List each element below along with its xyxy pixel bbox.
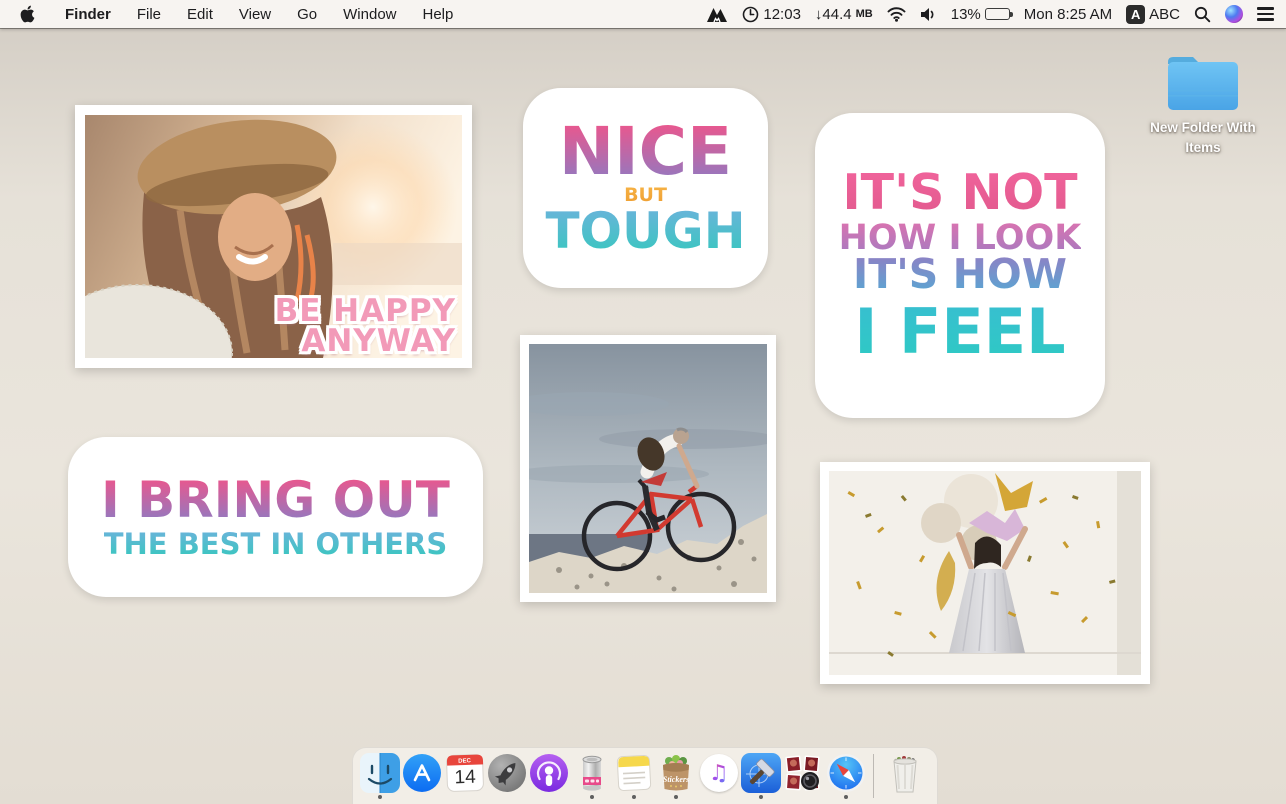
- dock-separator: [873, 754, 874, 798]
- download-speed: ↓44.4: [815, 6, 852, 23]
- desktop-folder-new-folder-with-items[interactable]: New Folder With Items: [1133, 52, 1273, 157]
- finder-icon: [360, 753, 400, 793]
- menu-finder[interactable]: Finder: [65, 6, 111, 23]
- menu-edit[interactable]: Edit: [187, 6, 213, 23]
- launchpad-rocket-icon: [487, 753, 527, 793]
- menu-bar: Finder File Edit View Go Window Help 12:…: [0, 0, 1286, 28]
- dock-notes[interactable]: [613, 753, 655, 799]
- apple-menu-icon[interactable]: [20, 5, 35, 23]
- dock-safari[interactable]: [824, 753, 866, 799]
- itunes-icon: ♫: [699, 753, 739, 793]
- dock-launchpad[interactable]: [486, 753, 528, 799]
- podcasts-icon: [529, 753, 569, 793]
- feel-line3: IT'S HOW: [853, 256, 1067, 294]
- menu-view[interactable]: View: [239, 6, 271, 23]
- desktop-background[interactable]: BE HAPPY ANYWAY NICE BUT TOUGH IT'S NOT …: [0, 28, 1286, 804]
- can-app-icon: [572, 753, 612, 793]
- battery-icon: [985, 8, 1010, 20]
- siri-icon[interactable]: [1225, 5, 1243, 23]
- desktop-screen: Finder File Edit View Go Window Help 12:…: [0, 0, 1286, 804]
- biker-photo-image: [529, 344, 767, 593]
- timer-time: 12:03: [763, 6, 801, 23]
- sticker-its-how-i-feel[interactable]: IT'S NOT HOW I LOOK IT'S HOW I FEEL: [815, 113, 1105, 418]
- svg-text:Stickers: Stickers: [663, 775, 689, 784]
- feel-line2: HOW I LOOK: [839, 222, 1082, 254]
- notes-running-dot: [632, 795, 636, 799]
- spotlight-search-icon[interactable]: [1194, 6, 1211, 23]
- happy-photo-image: BE HAPPY ANYWAY: [85, 115, 462, 358]
- notes-icon: [614, 753, 654, 793]
- battery-status[interactable]: 13%: [951, 6, 1010, 23]
- dock-podcasts[interactable]: [528, 753, 570, 799]
- safari-icon: [826, 753, 866, 793]
- menu-go[interactable]: Go: [297, 6, 317, 23]
- dock-photo-booth[interactable]: [782, 753, 824, 799]
- dock-calendar[interactable]: DEC 14: [444, 753, 486, 799]
- dock-stickers-app[interactable]: Stickers: [655, 753, 697, 799]
- calendar-icon: DEC 14: [445, 753, 485, 793]
- download-unit: MB: [856, 8, 873, 20]
- folder-icon: [1162, 52, 1244, 114]
- nice-text: NICE: [559, 122, 732, 183]
- confetti-photo-image: [829, 471, 1141, 675]
- menubar-clock[interactable]: Mon 8:25 AM: [1024, 6, 1112, 23]
- feel-line4: I FEEL: [854, 303, 1065, 360]
- folder-label: New Folder With Items: [1133, 118, 1273, 157]
- notification-list-icon[interactable]: [1257, 7, 1274, 21]
- input-source-icon: A: [1126, 5, 1145, 24]
- timer-status[interactable]: 12:03: [742, 6, 801, 23]
- menu-file[interactable]: File: [137, 6, 161, 23]
- sticker-i-bring-out[interactable]: I BRING OUT THE BEST IN OTHERS: [68, 437, 483, 597]
- input-source-status[interactable]: A ABC: [1126, 5, 1180, 24]
- bring-line2: THE BEST IN OTHERS: [104, 531, 448, 558]
- app-store-icon: [402, 753, 442, 793]
- dock-can-utility[interactable]: [571, 753, 613, 799]
- dock-finder[interactable]: [359, 753, 401, 799]
- dock-itunes[interactable]: ♫: [698, 753, 740, 799]
- menu-window[interactable]: Window: [343, 6, 396, 23]
- menu-help[interactable]: Help: [423, 6, 454, 23]
- sticker-photo-confetti-celebration[interactable]: [820, 462, 1150, 684]
- xcode-icon: [741, 753, 781, 793]
- network-speed-status[interactable]: ↓44.4 MB: [815, 6, 873, 23]
- dock-xcode[interactable]: [740, 753, 782, 799]
- input-source-label: ABC: [1149, 6, 1180, 23]
- stickers-running-dot: [674, 795, 678, 799]
- sticker-photo-be-happy-anyway[interactable]: BE HAPPY ANYWAY: [75, 105, 472, 368]
- can-utility-running-dot: [590, 795, 594, 799]
- volume-icon[interactable]: [920, 7, 937, 22]
- bring-line1: I BRING OUT: [101, 477, 450, 523]
- dock-trash[interactable]: [880, 753, 931, 799]
- feel-line1: IT'S NOT: [842, 170, 1077, 215]
- sticker-nice-but-tough[interactable]: NICE BUT TOUGH: [523, 88, 768, 288]
- wifi-icon[interactable]: [887, 7, 906, 22]
- tough-text: TOUGH: [545, 208, 745, 254]
- timer-clock-icon: [742, 6, 759, 23]
- svg-text:14: 14: [454, 767, 476, 789]
- dock-app-store[interactable]: [401, 753, 443, 799]
- finder-running-dot: [378, 795, 382, 799]
- trash-full-icon: [885, 753, 925, 793]
- battery-percent: 13%: [951, 6, 981, 23]
- sticker-photo-mountain-biker[interactable]: [520, 335, 776, 602]
- mountain-m-icon[interactable]: [706, 5, 728, 23]
- dock: DEC 14: [352, 747, 938, 804]
- svg-text:DEC: DEC: [458, 758, 472, 764]
- xcode-running-dot: [759, 795, 763, 799]
- stickers-app-icon: Stickers: [656, 753, 696, 793]
- happy-caption: BE HAPPY ANYWAY: [275, 297, 456, 356]
- safari-running-dot: [844, 795, 848, 799]
- photo-booth-icon: [783, 753, 823, 793]
- music-note-icon: ♫: [709, 761, 729, 786]
